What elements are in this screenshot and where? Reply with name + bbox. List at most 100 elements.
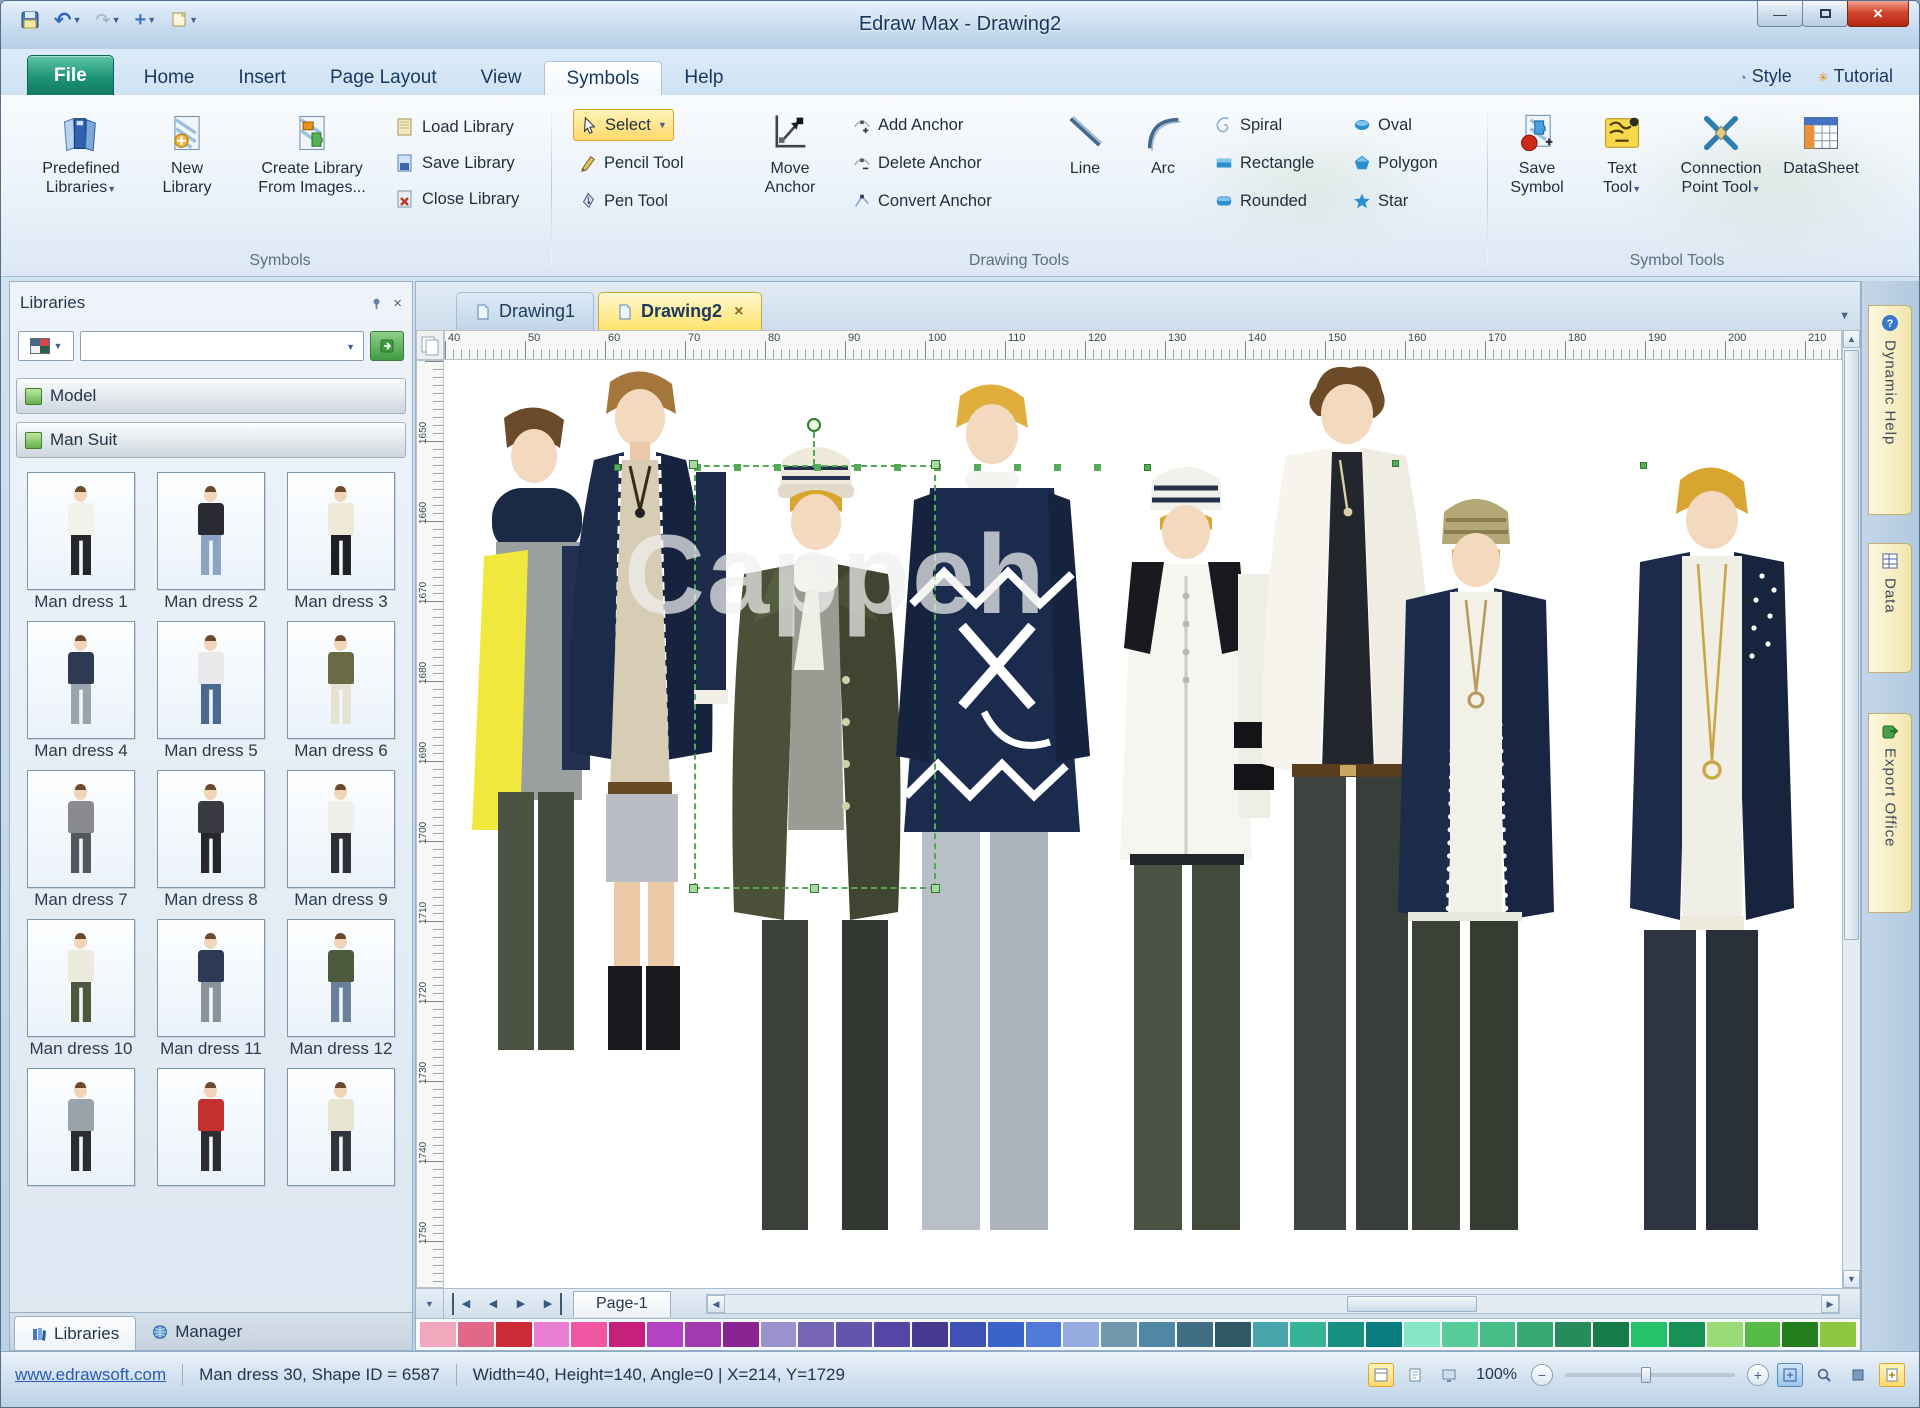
selection-handle-ne[interactable] [931, 460, 940, 469]
color-swatch[interactable] [458, 1322, 494, 1347]
library-search-combo[interactable]: ▼ [80, 331, 364, 361]
pen-tool-button[interactable]: Pen Tool [573, 185, 674, 217]
library-item[interactable] [27, 919, 135, 1037]
color-swatch[interactable] [1366, 1322, 1402, 1347]
connection-point-tool-button[interactable]: Connection Point Tool▼ [1663, 107, 1779, 198]
minimize-button[interactable]: — [1757, 1, 1803, 27]
full-screen-button[interactable] [1436, 1363, 1462, 1387]
create-library-button[interactable]: Create Library From Images... [241, 107, 383, 198]
datasheet-button[interactable]: DataSheet [1781, 107, 1861, 179]
convert-anchor-button[interactable]: Convert Anchor [847, 185, 998, 217]
scroll-right-icon[interactable]: ▶ [1821, 1295, 1839, 1313]
library-item[interactable] [27, 1068, 135, 1186]
tab-help[interactable]: Help [662, 61, 745, 95]
tab-insert[interactable]: Insert [216, 61, 308, 95]
fit-to-window-button[interactable] [1777, 1363, 1803, 1387]
library-style-button[interactable]: ▼ [18, 331, 74, 361]
page-view-button[interactable] [1402, 1363, 1428, 1387]
scroll-left-icon[interactable]: ◀ [707, 1295, 725, 1313]
color-swatch[interactable] [912, 1322, 948, 1347]
select-tool-button[interactable]: Select▼ [573, 109, 674, 141]
color-swatch[interactable] [1404, 1322, 1440, 1347]
color-swatch[interactable] [571, 1322, 607, 1347]
last-page-button[interactable]: ▶ [536, 1293, 562, 1315]
color-swatch[interactable] [1290, 1322, 1326, 1347]
color-swatch[interactable] [1745, 1322, 1781, 1347]
color-swatch[interactable] [988, 1322, 1024, 1347]
tab-data[interactable]: Data [1868, 543, 1912, 673]
library-item[interactable] [157, 621, 265, 739]
tab-symbols[interactable]: Symbols [544, 61, 663, 95]
scroll-up-icon[interactable]: ▲ [1843, 330, 1860, 348]
library-item[interactable] [157, 1068, 265, 1186]
color-swatch[interactable] [1707, 1322, 1743, 1347]
new-library-button[interactable]: New Library [149, 107, 225, 198]
color-swatch[interactable] [723, 1322, 759, 1347]
library-item[interactable] [287, 770, 395, 888]
page-options-dropdown[interactable]: ▼ [416, 1289, 444, 1318]
library-item[interactable] [27, 472, 135, 590]
load-library-button[interactable]: Load Library [389, 111, 520, 143]
tab-file[interactable]: File [27, 55, 114, 95]
selection-handle-sw[interactable] [689, 884, 698, 893]
color-swatch[interactable] [1253, 1322, 1289, 1347]
doc-tab-drawing1[interactable]: Drawing1 [456, 292, 594, 330]
zoom-slider[interactable] [1565, 1373, 1735, 1377]
spiral-tool-button[interactable]: Spiral [1209, 109, 1288, 141]
style-menu[interactable]: ◔Style [1739, 66, 1792, 87]
library-group-man-suit[interactable]: Man Suit [16, 422, 406, 458]
library-item[interactable] [157, 919, 265, 1037]
color-swatch[interactable] [1480, 1322, 1516, 1347]
color-swatch[interactable] [1593, 1322, 1629, 1347]
color-swatch[interactable] [647, 1322, 683, 1347]
next-page-button[interactable]: ▶ [508, 1293, 534, 1315]
color-swatch[interactable] [1328, 1322, 1364, 1347]
color-swatch[interactable] [1442, 1322, 1478, 1347]
close-button[interactable]: × [1847, 1, 1909, 27]
panel-tab-manager[interactable]: Manager [136, 1313, 258, 1350]
first-page-button[interactable]: ◀ [452, 1293, 478, 1315]
polygon-tool-button[interactable]: Polygon [1347, 147, 1444, 179]
horizontal-scroll-thumb[interactable] [1347, 1296, 1477, 1312]
previous-page-button[interactable]: ◀ [480, 1293, 506, 1315]
color-swatch[interactable] [1139, 1322, 1175, 1347]
color-swatch[interactable] [609, 1322, 645, 1347]
color-swatch[interactable] [1631, 1322, 1667, 1347]
selection-handle-nw[interactable] [689, 460, 698, 469]
selection-handle-se[interactable] [931, 884, 940, 893]
library-item[interactable] [287, 1068, 395, 1186]
color-swatch[interactable] [950, 1322, 986, 1347]
save-symbol-button[interactable]: Save Symbol [1497, 107, 1577, 198]
save-library-button[interactable]: Save Library [389, 147, 521, 179]
tab-page-layout[interactable]: Page Layout [308, 61, 459, 95]
library-item[interactable] [27, 770, 135, 888]
vertical-scroll-thumb[interactable] [1844, 350, 1859, 940]
rectangle-tool-button[interactable]: Rectangle [1209, 147, 1320, 179]
close-library-button[interactable]: Close Library [389, 183, 525, 215]
vertical-scrollbar[interactable]: ▲ ▼ [1842, 330, 1860, 1288]
zoom-in-button[interactable]: + [1747, 1364, 1769, 1386]
color-swatch[interactable] [496, 1322, 532, 1347]
color-swatch[interactable] [420, 1322, 456, 1347]
library-item[interactable] [287, 472, 395, 590]
add-anchor-button[interactable]: Add Anchor [847, 109, 969, 141]
drawing-canvas[interactable]: Cappeh [444, 360, 1844, 1288]
library-go-button[interactable] [370, 331, 404, 361]
line-tool-button[interactable]: Line [1053, 107, 1117, 179]
arc-tool-button[interactable]: Arc [1131, 107, 1195, 179]
star-tool-button[interactable]: Star [1347, 185, 1414, 217]
color-swatch[interactable] [685, 1322, 721, 1347]
scroll-down-icon[interactable]: ▼ [1843, 1270, 1860, 1288]
edrawsoft-link[interactable]: www.edrawsoft.com [15, 1365, 166, 1385]
tab-home[interactable]: Home [122, 61, 217, 95]
color-swatch[interactable] [761, 1322, 797, 1347]
color-swatch[interactable] [1555, 1322, 1591, 1347]
library-item[interactable] [287, 621, 395, 739]
color-swatch[interactable] [1517, 1322, 1553, 1347]
library-item[interactable] [287, 919, 395, 1037]
zoom-slider-thumb[interactable] [1641, 1367, 1651, 1383]
color-swatch[interactable] [1215, 1322, 1251, 1347]
panel-tab-libraries[interactable]: Libraries [14, 1316, 136, 1350]
tutorial-menu[interactable]: ✳Tutorial [1818, 66, 1893, 87]
page-tab[interactable]: Page-1 [573, 1291, 671, 1317]
